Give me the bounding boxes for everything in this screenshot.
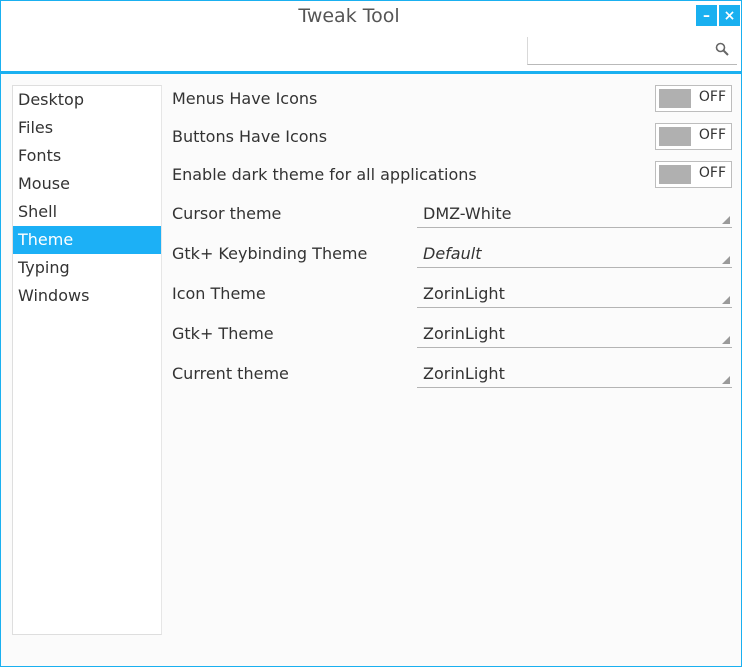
switch-knob (659, 127, 691, 146)
setting-label: Gtk+ Theme (172, 324, 274, 343)
menus-have-icons-switch[interactable]: OFF (655, 85, 732, 112)
sidebar-item-fonts[interactable]: Fonts (13, 142, 161, 170)
setting-row-icon-theme: Icon Theme ZorinLight (172, 280, 732, 310)
search-icon[interactable] (715, 42, 729, 56)
dropdown-arrow-icon (722, 256, 730, 264)
setting-row-menus-have-icons: Menus Have Icons OFF (172, 85, 732, 113)
sidebar-item-desktop[interactable]: Desktop (13, 86, 161, 114)
sidebar-item-windows[interactable]: Windows (13, 282, 161, 310)
minimize-button[interactable]: – (696, 5, 717, 26)
setting-row-current-theme: Current theme ZorinLight (172, 360, 732, 390)
setting-label: Icon Theme (172, 284, 266, 303)
buttons-have-icons-switch[interactable]: OFF (655, 123, 732, 150)
setting-row-buttons-have-icons: Buttons Have Icons OFF (172, 123, 732, 151)
setting-label: Gtk+ Keybinding Theme (172, 244, 368, 263)
setting-label: Current theme (172, 364, 289, 383)
tweak-tool-window: Tweak Tool – × Desktop Files Fonts Mouse… (0, 0, 742, 667)
search-box[interactable] (527, 37, 737, 65)
dropdown-arrow-icon (722, 216, 730, 224)
header-separator (1, 71, 741, 74)
dropdown-value: ZorinLight (423, 284, 505, 303)
setting-label: Buttons Have Icons (172, 127, 328, 146)
sidebar-item-files[interactable]: Files (13, 114, 161, 142)
dropdown-arrow-icon (722, 336, 730, 344)
setting-row-dark-theme: Enable dark theme for all applications O… (172, 161, 732, 189)
sidebar-item-typing[interactable]: Typing (13, 254, 161, 282)
dropdown-value: DMZ-White (423, 204, 512, 223)
icon-theme-dropdown[interactable]: ZorinLight (417, 280, 732, 308)
cursor-theme-dropdown[interactable]: DMZ-White (417, 200, 732, 228)
keybinding-theme-dropdown[interactable]: Default (417, 240, 732, 268)
setting-row-cursor-theme: Cursor theme DMZ-White (172, 200, 732, 230)
switch-state: OFF (698, 127, 726, 143)
close-button[interactable]: × (719, 5, 740, 26)
search-input[interactable] (528, 37, 708, 63)
dropdown-value: ZorinLight (423, 324, 505, 343)
switch-state: OFF (698, 165, 726, 181)
sidebar-item-shell[interactable]: Shell (13, 198, 161, 226)
switch-knob (659, 89, 691, 108)
sidebar-item-theme[interactable]: Theme (13, 226, 161, 254)
setting-label: Enable dark theme for all applications (172, 165, 477, 184)
window-title: Tweak Tool (298, 5, 400, 27)
close-icon: × (723, 7, 736, 24)
dropdown-arrow-icon (722, 376, 730, 384)
dropdown-value: ZorinLight (423, 364, 505, 383)
gtk-theme-dropdown[interactable]: ZorinLight (417, 320, 732, 348)
switch-state: OFF (698, 89, 726, 105)
setting-row-gtk-theme: Gtk+ Theme ZorinLight (172, 320, 732, 350)
dark-theme-switch[interactable]: OFF (655, 161, 732, 188)
setting-row-keybinding-theme: Gtk+ Keybinding Theme Default (172, 240, 732, 270)
minimize-icon: – (703, 7, 710, 24)
dropdown-arrow-icon (722, 296, 730, 304)
switch-knob (659, 165, 691, 184)
dropdown-value: Default (423, 244, 482, 263)
category-sidebar: Desktop Files Fonts Mouse Shell Theme Ty… (12, 85, 162, 635)
current-theme-dropdown[interactable]: ZorinLight (417, 360, 732, 388)
title-bar: Tweak Tool – × (1, 1, 741, 71)
setting-label: Menus Have Icons (172, 89, 318, 108)
sidebar-item-mouse[interactable]: Mouse (13, 170, 161, 198)
setting-label: Cursor theme (172, 204, 282, 223)
